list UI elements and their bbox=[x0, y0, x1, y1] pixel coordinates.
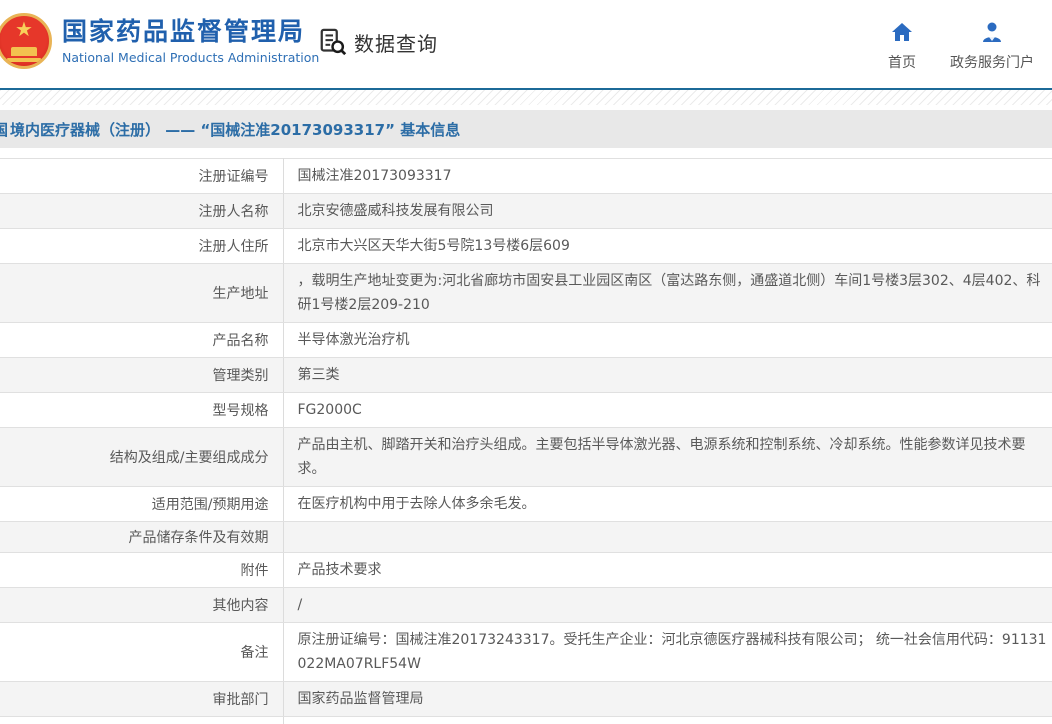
row-approval-department: 审批部门 国家药品监督管理局 bbox=[0, 682, 1052, 717]
field-value: 产品由主机、脚踏开关和治疗头组成。主要包括半导体激光器、电源系统和控制系统、冷却… bbox=[283, 428, 1052, 487]
nav-gov-service-portal[interactable]: 政务服务门户 bbox=[950, 20, 1034, 72]
field-label: 注册证编号 bbox=[0, 159, 283, 194]
field-value: 北京市大兴区天华大街5号院13号楼6层609 bbox=[283, 229, 1052, 264]
field-value: 第三类 bbox=[283, 358, 1052, 393]
site-logo[interactable]: ★ 国家药品监督管理局 National Medical Products Ad… bbox=[0, 13, 319, 69]
field-label: 产品名称 bbox=[0, 323, 283, 358]
field-label: 批准日期 bbox=[0, 717, 283, 724]
breadcrumb-clipped-char: 国 bbox=[0, 119, 10, 140]
row-other-content: 其他内容 / bbox=[0, 588, 1052, 623]
field-value: 产品技术要求 bbox=[283, 553, 1052, 588]
field-value: 在医疗机构中用于去除人体多余毛发。 bbox=[283, 487, 1052, 522]
field-value: 国家药品监督管理局 bbox=[283, 682, 1052, 717]
row-structure-composition: 结构及组成/主要组成成分 产品由主机、脚踏开关和治疗头组成。主要包括半导体激光器… bbox=[0, 428, 1052, 487]
row-remarks: 备注 原注册证编号：国械注准20173243317。受托生产企业：河北京德医疗器… bbox=[0, 623, 1052, 682]
field-value: 半导体激光治疗机 bbox=[283, 323, 1052, 358]
field-label: 注册人住所 bbox=[0, 229, 283, 264]
field-value: 北京安德盛威科技发展有限公司 bbox=[283, 194, 1052, 229]
row-attachment: 附件 产品技术要求 bbox=[0, 553, 1052, 588]
breadcrumb: 国 境内医疗器械（注册） —— “国械注准20173093317” 基本信息 bbox=[0, 110, 1052, 148]
row-scope-of-use: 适用范围/预期用途 在医疗机构中用于去除人体多余毛发。 bbox=[0, 487, 1052, 522]
home-icon bbox=[890, 20, 914, 44]
field-value bbox=[283, 522, 1052, 553]
site-title-en: National Medical Products Administration bbox=[62, 50, 319, 65]
field-value: 国械注准20173093317 bbox=[283, 159, 1052, 194]
site-title-cn: 国家药品监督管理局 bbox=[62, 17, 319, 47]
row-product-name: 产品名称 半导体激光治疗机 bbox=[0, 323, 1052, 358]
top-nav: 首页 政务服务门户 bbox=[888, 20, 1034, 72]
field-label: 结构及组成/主要组成成分 bbox=[0, 428, 283, 487]
field-label: 附件 bbox=[0, 553, 283, 588]
breadcrumb-text: 境内医疗器械（注册） —— “国械注准20173093317” 基本信息 bbox=[10, 119, 460, 140]
row-production-address: 生产地址 ，载明生产地址变更为:河北省廊坊市固安县工业园区南区（富达路东侧，通盛… bbox=[0, 264, 1052, 323]
row-storage-conditions: 产品储存条件及有效期 bbox=[0, 522, 1052, 553]
row-registrant-address: 注册人住所 北京市大兴区天华大街5号院13号楼6层609 bbox=[0, 229, 1052, 264]
nav-home[interactable]: 首页 bbox=[888, 20, 916, 72]
user-icon bbox=[980, 20, 1004, 44]
field-value: / bbox=[283, 588, 1052, 623]
field-label: 适用范围/预期用途 bbox=[0, 487, 283, 522]
field-label: 产品储存条件及有效期 bbox=[0, 522, 283, 553]
field-label: 生产地址 bbox=[0, 264, 283, 323]
field-label: 管理类别 bbox=[0, 358, 283, 393]
row-registration-cert-number: 注册证编号 国械注准20173093317 bbox=[0, 159, 1052, 194]
registration-info-table: 注册证编号 国械注准20173093317 注册人名称 北京安德盛威科技发展有限… bbox=[0, 158, 1052, 724]
row-management-class: 管理类别 第三类 bbox=[0, 358, 1052, 393]
field-label: 型号规格 bbox=[0, 393, 283, 428]
document-search-icon bbox=[318, 27, 348, 57]
data-query-label: 数据查询 bbox=[354, 28, 438, 57]
field-label: 注册人名称 bbox=[0, 194, 283, 229]
row-model-spec: 型号规格 FG2000C bbox=[0, 393, 1052, 428]
field-label: 其他内容 bbox=[0, 588, 283, 623]
row-registrant-name: 注册人名称 北京安德盛威科技发展有限公司 bbox=[0, 194, 1052, 229]
site-header: ★ 国家药品监督管理局 National Medical Products Ad… bbox=[0, 0, 1052, 88]
field-value: 2022-05-06 bbox=[283, 717, 1052, 724]
field-label: 备注 bbox=[0, 623, 283, 682]
field-value: FG2000C bbox=[283, 393, 1052, 428]
data-query-link[interactable]: 数据查询 bbox=[318, 27, 438, 57]
national-emblem-icon: ★ bbox=[0, 13, 52, 69]
field-value: 原注册证编号：国械注准20173243317。受托生产企业：河北京德医疗器械科技… bbox=[283, 623, 1052, 682]
nav-portal-label: 政务服务门户 bbox=[950, 52, 1034, 72]
hatch-strip bbox=[0, 90, 1052, 105]
row-approval-date: 批准日期 2022-05-06 bbox=[0, 717, 1052, 724]
field-label: 审批部门 bbox=[0, 682, 283, 717]
nav-home-label: 首页 bbox=[888, 52, 916, 72]
field-value: ，载明生产地址变更为:河北省廊坊市固安县工业园区南区（富达路东侧，通盛道北侧）车… bbox=[283, 264, 1052, 323]
